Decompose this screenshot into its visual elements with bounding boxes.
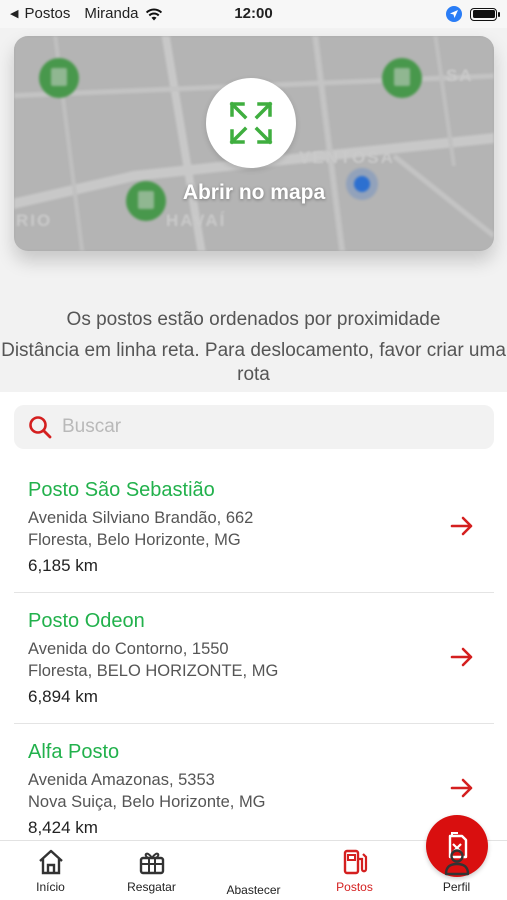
tab-abastecer[interactable]: Abastecer [203,815,488,900]
search-input[interactable] [62,416,462,438]
expand-icon [229,101,273,145]
station-list-item[interactable]: Alfa Posto Avenida Amazonas, 5353 Nova S… [14,724,494,855]
station-locality: Nova Suiça, Belo Horizonte, MG [28,793,266,811]
tab-inicio[interactable]: Início [0,841,101,900]
station-list: Posto São Sebastião Avenida Silviano Bra… [14,462,494,855]
clock: 12:00 [234,5,273,22]
tab-label: Início [36,880,65,894]
tab-bar: Início Resgatar Abastecer Postos Perfil [0,815,507,900]
tab-perfil[interactable]: Perfil [406,841,507,900]
station-list-item[interactable]: Posto Odeon Avenida do Contorno, 1550 Fl… [14,593,494,724]
map-section: VENTOSA HAVAÍ SA RIO Abrir no mapa Os po… [0,28,507,392]
tab-label: Resgatar [127,880,176,894]
gift-icon [139,852,164,875]
station-locality: Floresta, BELO HORIZONTE, MG [28,662,279,680]
battery-icon [470,7,500,21]
station-street: Avenida Silviano Brandão, 662 [28,509,254,527]
home-icon [38,849,63,875]
distance-info-text: Distância em linha reta. Para deslocamen… [1,340,506,385]
map-preview-card[interactable]: VENTOSA HAVAÍ SA RIO Abrir no mapa [14,36,494,251]
station-distance: 8,424 km [28,818,98,837]
location-arrow-icon [446,6,462,22]
arrow-right-icon[interactable] [450,645,474,669]
station-locality: Floresta, Belo Horizonte, MG [28,531,241,549]
status-bar: ◀ Postos Miranda 12:00 [0,0,507,28]
open-map-button[interactable] [206,78,296,168]
sort-info-text: Os postos estão ordenados por proximidad… [66,309,441,330]
station-distance: 6,894 km [28,687,98,706]
tab-label: Abastecer [226,883,281,897]
open-map-label[interactable]: Abrir no mapa [14,181,494,205]
arrow-right-icon[interactable] [450,514,474,538]
station-list-item[interactable]: Posto São Sebastião Avenida Silviano Bra… [14,462,494,593]
search-bar[interactable] [14,405,494,449]
person-icon [444,849,469,876]
station-street: Avenida Amazonas, 5353 [28,771,215,789]
station-street: Avenida do Contorno, 1550 [28,640,229,658]
tab-postos[interactable]: Postos [304,841,405,900]
station-name: Alfa Posto [28,741,120,763]
search-icon [29,416,52,439]
station-name: Posto Odeon [28,610,145,632]
station-distance: 6,185 km [28,556,98,575]
gas-station-icon [343,849,367,875]
tab-label: Postos [336,880,373,894]
arrow-right-icon[interactable] [450,776,474,800]
tab-label: Perfil [442,880,471,894]
tab-resgatar[interactable]: Resgatar [101,841,202,900]
station-name: Posto São Sebastião [28,479,215,501]
